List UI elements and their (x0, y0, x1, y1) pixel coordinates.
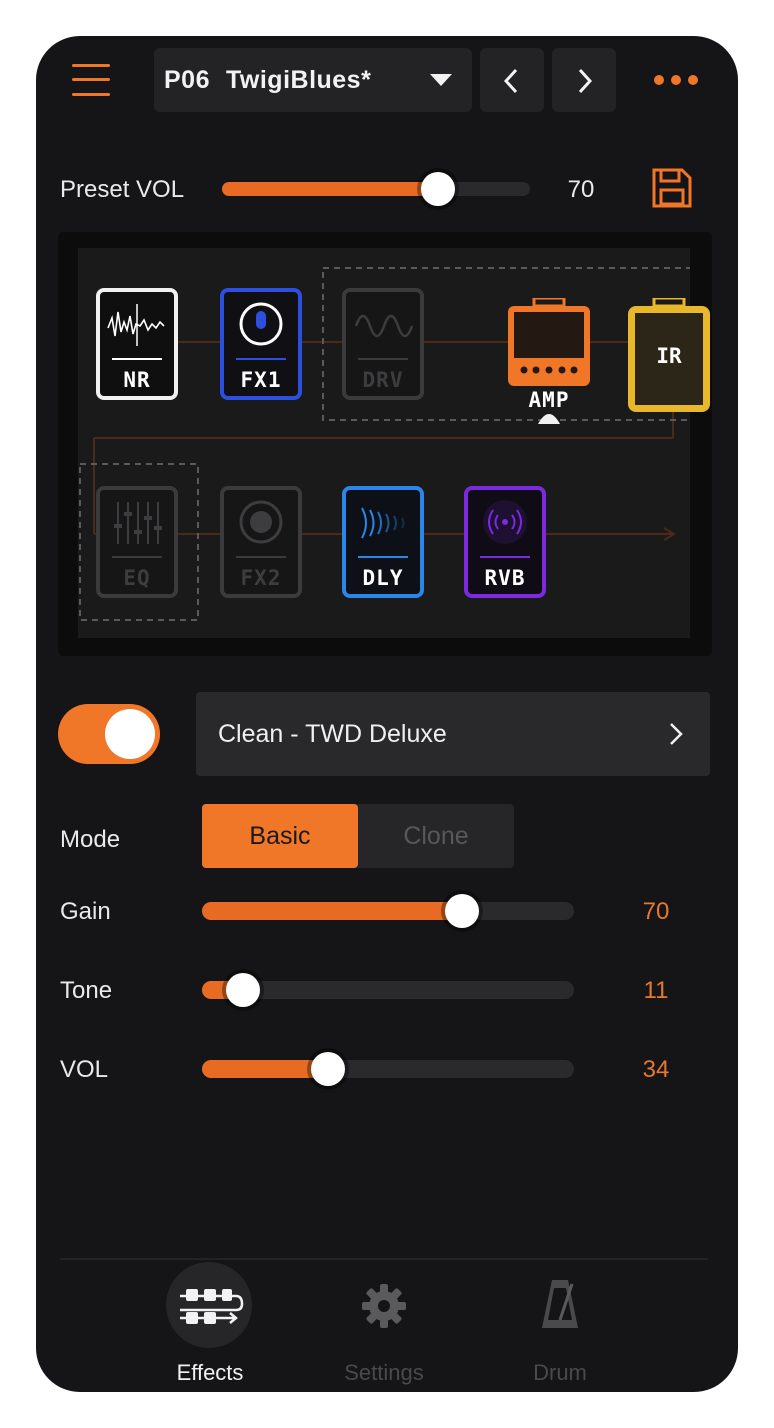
block-separator (112, 358, 162, 360)
tab-settings[interactable]: Settings (314, 1262, 454, 1385)
ir-block[interactable]: IR (626, 296, 712, 420)
signal-chain-panel: NR FX1 DRV AMP IR EQ FX2 DLY RVB (58, 232, 712, 656)
tone-label: Tone (60, 977, 113, 1004)
block-separator (236, 358, 286, 360)
block-separator (112, 556, 162, 558)
nr-block-label: NR (123, 368, 151, 392)
tab-drum-label: Drum (533, 1360, 587, 1385)
reverb-icon (483, 500, 527, 544)
tab-settings-label: Settings (344, 1360, 424, 1385)
gain-slider[interactable] (202, 894, 574, 928)
preset-volume-fill (222, 182, 438, 196)
block-separator (480, 556, 530, 558)
preset-number: P06 (164, 65, 210, 94)
gain-value: 70 (642, 898, 670, 925)
chevron-right-icon (670, 723, 683, 745)
effect-enable-toggle[interactable] (58, 704, 160, 764)
gain-label: Gain (60, 898, 111, 925)
fx1-block[interactable]: FX1 (220, 288, 302, 400)
vol-value: 34 (642, 1056, 670, 1083)
tone-slider[interactable] (202, 973, 574, 1007)
eq-block[interactable]: EQ (96, 486, 178, 598)
effects-chain-icon (180, 1289, 244, 1324)
preset-volume-value: 70 (567, 176, 595, 203)
mode-clone-button[interactable]: Clone (358, 804, 514, 868)
tone-value: 11 (643, 977, 669, 1004)
mode-label: Mode (60, 826, 121, 853)
gear-icon (362, 1284, 406, 1328)
preset-volume-thumb[interactable] (420, 172, 455, 206)
save-icon[interactable] (650, 166, 694, 210)
amp-block[interactable]: AMP (506, 296, 592, 426)
previous-preset-button[interactable] (480, 48, 544, 112)
tab-drum[interactable]: Drum (490, 1262, 630, 1385)
dly-block-label: DLY (362, 566, 404, 590)
knob-icon (239, 302, 283, 346)
rvb-block[interactable]: RVB (464, 486, 546, 598)
delay-echo-icon (361, 507, 405, 539)
ir-block-label: IR (656, 344, 682, 368)
hamburger-menu-icon[interactable] (72, 62, 110, 98)
preset-name: TwigiBlues* (225, 65, 372, 94)
vol-slider[interactable] (202, 1052, 574, 1086)
preset-selector[interactable]: P06 TwigiBlues* (154, 48, 472, 112)
chevron-right-icon (578, 68, 593, 94)
metronome-icon (542, 1280, 578, 1328)
tab-effects-highlight (166, 1262, 252, 1348)
knob-icon (239, 500, 283, 544)
block-separator (358, 358, 408, 360)
effect-model-name: Clean - TWD Deluxe (218, 719, 447, 748)
app-window: P06 TwigiBlues* Preset VOL 70 NR FX1 DRV… (36, 36, 738, 1392)
signal-chain-canvas: NR FX1 DRV AMP IR EQ FX2 DLY RVB (78, 248, 710, 638)
toggle-knob (105, 709, 155, 759)
mode-segmented-control: Basic Clone (202, 804, 514, 868)
preset-volume-label: Preset VOL (60, 176, 185, 203)
nr-block[interactable]: NR (96, 288, 178, 400)
fx2-block-label: FX2 (240, 566, 282, 590)
tab-effects[interactable]: Effects (140, 1262, 280, 1385)
block-separator (236, 556, 286, 558)
gain-slider-fill (202, 902, 463, 920)
bottom-nav-divider (60, 1258, 708, 1260)
fx1-block-label: FX1 (240, 368, 282, 392)
vol-slider-thumb[interactable] (311, 1052, 346, 1086)
more-options-icon[interactable] (652, 72, 700, 88)
amp-block-label: AMP (528, 388, 570, 412)
tab-effects-label: Effects (176, 1360, 244, 1385)
fx2-block[interactable]: FX2 (220, 486, 302, 598)
mode-basic-button[interactable]: Basic (202, 804, 358, 868)
vol-slider-fill (202, 1060, 329, 1078)
caret-down-icon (430, 74, 452, 86)
equalizer-sliders-icon (114, 502, 162, 544)
next-preset-button[interactable] (552, 48, 616, 112)
gain-slider-thumb[interactable] (445, 894, 480, 928)
drv-block[interactable]: DRV (342, 288, 424, 400)
tone-slider-thumb[interactable] (225, 973, 260, 1007)
vol-label: VOL (60, 1056, 109, 1083)
drv-block-label: DRV (362, 368, 404, 392)
preset-volume-slider[interactable] (222, 172, 530, 206)
noise-gate-waveform-icon (107, 304, 165, 346)
sine-wave-icon (354, 314, 414, 338)
rvb-block-label: RVB (484, 566, 526, 590)
chevron-left-icon (503, 68, 518, 94)
effect-model-selector[interactable]: Clean - TWD Deluxe (196, 692, 710, 776)
eq-block-label: EQ (123, 566, 151, 590)
dly-block[interactable]: DLY (342, 486, 424, 598)
block-separator (358, 556, 408, 558)
